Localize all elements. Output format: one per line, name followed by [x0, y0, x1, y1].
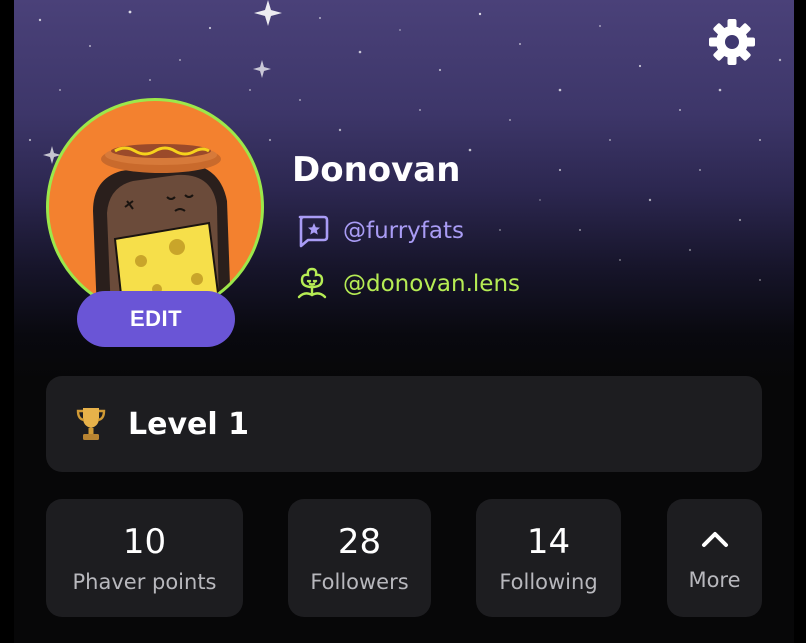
trophy-icon — [76, 408, 106, 440]
avatar[interactable] — [46, 98, 264, 316]
phaver-points-stat[interactable]: 10 Phaver points — [46, 499, 243, 617]
avatar-illustration — [93, 144, 231, 313]
profile-name: Donovan — [292, 150, 461, 190]
following-stat[interactable]: 14 Following — [476, 499, 621, 617]
followers-stat[interactable]: 28 Followers — [288, 499, 431, 617]
gear-icon — [709, 19, 755, 65]
level-card[interactable]: Level 1 — [46, 376, 762, 472]
following-value: 14 — [526, 522, 571, 562]
left-edge — [0, 0, 14, 643]
profile-screen: EDIT Donovan @furryfats @donovan.lens Le… — [0, 0, 806, 643]
lens-handle-link[interactable]: @donovan.lens — [293, 265, 520, 303]
edit-profile-button[interactable]: EDIT — [77, 291, 235, 347]
lens-handle-text: @donovan.lens — [343, 271, 521, 297]
avatar-container[interactable] — [46, 98, 264, 316]
following-label: Following — [499, 570, 598, 594]
right-edge — [794, 0, 806, 643]
settings-button[interactable] — [704, 14, 760, 70]
phaver-points-label: Phaver points — [72, 570, 217, 594]
lens-icon — [293, 265, 331, 303]
phaver-handle-link[interactable]: @furryfats — [293, 212, 464, 250]
chevron-up-icon — [701, 532, 728, 547]
more-button[interactable]: More — [667, 499, 762, 617]
followers-value: 28 — [337, 522, 382, 562]
phaver-points-value: 10 — [122, 522, 167, 562]
followers-label: Followers — [310, 570, 409, 594]
phaver-handle-text: @furryfats — [343, 218, 464, 244]
level-label: Level 1 — [128, 406, 249, 442]
more-label: More — [688, 568, 741, 592]
phaver-chat-icon — [293, 212, 331, 250]
